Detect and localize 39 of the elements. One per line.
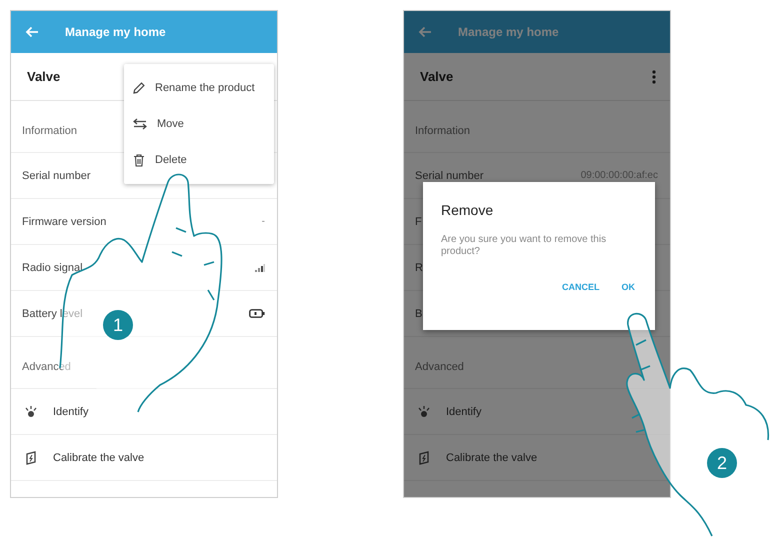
menu-item[interactable]: Move — [157, 118, 184, 130]
section-label: Advanced — [415, 360, 464, 372]
header-title: Manage my home — [458, 25, 559, 39]
more-options-icon[interactable] — [652, 70, 656, 84]
action-label[interactable]: Calibrate the valve — [446, 452, 538, 464]
info-label: Serial number — [415, 170, 484, 182]
info-value: - — [262, 216, 265, 227]
step-number-badge: 2 — [707, 448, 737, 478]
action-label[interactable]: Identify — [446, 406, 482, 418]
pencil-icon — [133, 82, 145, 94]
info-label: Radio signal — [22, 262, 83, 274]
info-label: Serial number — [22, 170, 90, 182]
info-value: 09:00:00:00:af:ec — [580, 170, 658, 181]
back-arrow-icon[interactable] — [418, 26, 432, 38]
menu-item[interactable]: Rename the product — [155, 82, 255, 94]
trash-icon — [133, 154, 145, 166]
header-title: Manage my home — [65, 25, 166, 39]
dialog-message: Are you sure you want to remove this product? — [441, 234, 608, 258]
menu-item[interactable]: Delete — [155, 154, 187, 166]
light-bulb-icon — [418, 406, 430, 418]
valve-icon — [25, 450, 37, 464]
info-label: R — [415, 262, 423, 274]
info-label: Firmware version — [22, 216, 106, 228]
info-label: F — [415, 216, 422, 228]
back-arrow-icon[interactable] — [25, 26, 39, 38]
section-label: Information — [415, 124, 470, 136]
product-title: Valve — [27, 69, 60, 84]
swap-arrows-icon — [133, 118, 147, 130]
section-label: Advanced — [22, 360, 71, 372]
action-label[interactable]: Identify — [53, 406, 88, 418]
light-bulb-icon — [25, 406, 37, 418]
info-label: B — [415, 308, 422, 320]
signal-strength-icon — [255, 264, 265, 272]
valve-icon — [418, 450, 430, 464]
action-label[interactable]: Calibrate the valve — [53, 452, 144, 464]
section-label: Information — [22, 124, 78, 136]
product-title: Valve — [420, 69, 454, 84]
battery-icon — [249, 309, 265, 318]
dialog-title: Remove — [441, 202, 494, 218]
